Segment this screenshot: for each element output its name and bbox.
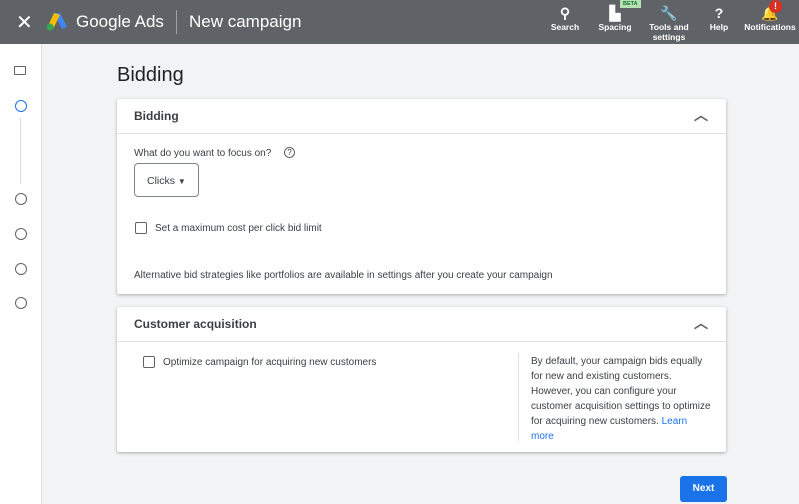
help-icon: ?	[714, 5, 724, 21]
wrench-icon: 🔧	[660, 5, 678, 21]
search-button[interactable]: ⚲ Search	[548, 4, 582, 32]
bidding-header[interactable]: Bidding ︿	[117, 99, 726, 134]
customer-acquisition-header[interactable]: Customer acquisition ︿	[117, 307, 726, 342]
notification-badge: !	[769, 0, 782, 13]
page-title: Bidding	[117, 64, 184, 86]
optimize-checkbox[interactable]	[143, 356, 155, 368]
chevron-up-icon[interactable]: ︿	[694, 105, 708, 125]
customer-help-text: By default, your campaign bids equally f…	[531, 356, 711, 442]
chevron-up-icon[interactable]: ︿	[694, 313, 708, 333]
dropdown-arrow-icon: ▼	[177, 177, 186, 186]
max-cpc-checkbox[interactable]	[135, 222, 147, 234]
close-icon[interactable]: ✕	[16, 10, 33, 35]
page-header-title: New campaign	[189, 12, 302, 31]
optimize-label: Optimize campaign for acquiring new cust…	[163, 357, 377, 368]
help-button[interactable]: ? Help	[704, 4, 734, 32]
step[interactable]	[15, 297, 27, 309]
beta-badge: BETA	[620, 0, 641, 8]
step-current[interactable]	[15, 100, 27, 112]
max-cpc-label: Set a maximum cost per click bid limit	[155, 223, 322, 234]
search-icon: ⚲	[559, 5, 571, 21]
google-ads-logo	[46, 13, 67, 31]
bidding-card: Bidding ︿ What do you want to focus on? ?…	[117, 99, 726, 294]
next-button[interactable]: Next	[680, 476, 727, 502]
bid-strategy-note: Alternative bid strategies like portfoli…	[134, 270, 553, 281]
divider	[176, 10, 177, 34]
divider	[518, 353, 519, 441]
step-connector	[20, 118, 21, 184]
step[interactable]	[15, 193, 27, 205]
step[interactable]	[15, 228, 27, 240]
help-icon[interactable]: ?	[284, 147, 295, 158]
tools-settings-button[interactable]: 🔧 Tools and settings	[646, 4, 692, 42]
focus-question: What do you want to focus on?	[134, 148, 272, 159]
focus-dropdown[interactable]: Clicks ▼	[134, 163, 199, 197]
brand-name: Google Ads	[76, 12, 164, 31]
spacing-button[interactable]: ▙ Spacing	[595, 4, 635, 32]
top-bar: ✕ Google Ads New campaign ⚲ Search ▙ Spaci…	[0, 0, 799, 44]
step-sidebar	[0, 44, 42, 504]
step[interactable]	[15, 263, 27, 275]
customer-acquisition-card: Customer acquisition ︿ Optimize campaign …	[117, 307, 726, 452]
preview-icon[interactable]	[14, 66, 26, 75]
